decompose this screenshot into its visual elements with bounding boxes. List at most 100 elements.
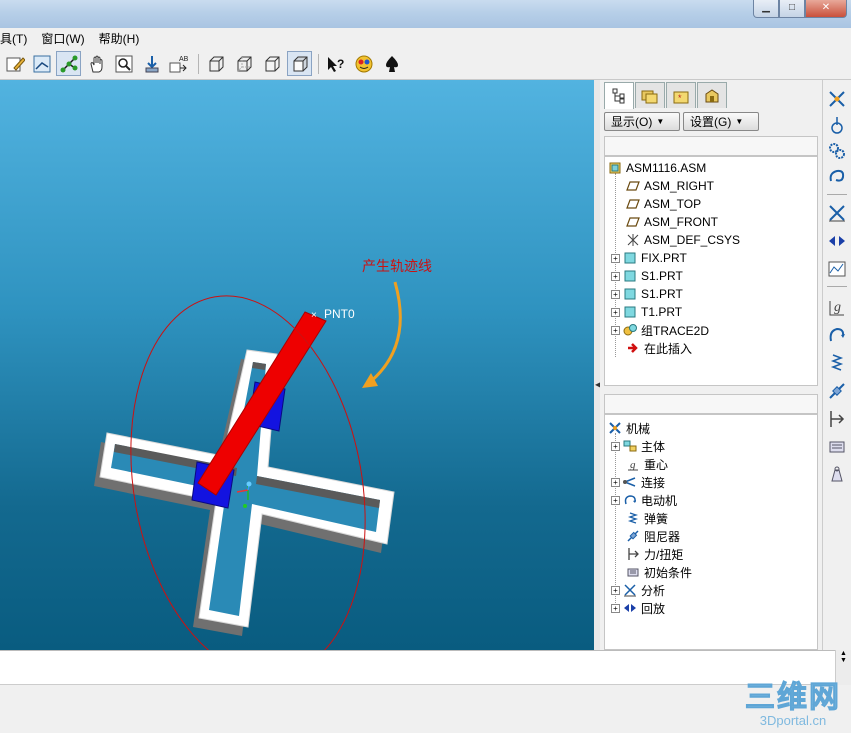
- favorites-tab[interactable]: *: [666, 82, 696, 108]
- window-controls: ▁ □ ✕: [753, 0, 847, 18]
- expand-icon[interactable]: +: [611, 325, 620, 335]
- mech-item-label: 机械: [626, 421, 651, 436]
- graphics-viewport[interactable]: × PNT0 产生轨迹线: [0, 80, 594, 650]
- trace-curve-icon[interactable]: AB: [166, 51, 191, 76]
- minimize-button[interactable]: ▁: [753, 0, 779, 18]
- edit-definition-icon[interactable]: [2, 51, 27, 76]
- mech-item-root[interactable]: 机械: [608, 419, 650, 437]
- gears-icon[interactable]: [826, 140, 848, 162]
- message-scrollbar[interactable]: ▲ ▼: [835, 650, 851, 685]
- wireframe-display-icon[interactable]: [203, 51, 228, 76]
- mechanism-icon: [608, 421, 622, 435]
- part-icon: [623, 305, 637, 319]
- watermark-logo: 三维网 3Dportal.cn: [745, 681, 841, 728]
- tree-item-group[interactable]: + 组TRACE2D: [611, 321, 709, 339]
- svg-text:*: *: [678, 93, 682, 103]
- close-button[interactable]: ✕: [805, 0, 847, 18]
- tree-item-datum[interactable]: ASM_FRONT: [626, 213, 718, 231]
- expand-icon[interactable]: +: [611, 289, 620, 299]
- cross-frame-part[interactable]: [94, 349, 395, 636]
- mech-item-springs[interactable]: 弹簧: [626, 509, 668, 527]
- drag-components-icon[interactable]: [56, 51, 81, 76]
- mech-item-bodies[interactable]: + 主体: [611, 437, 665, 455]
- tree-item-datum[interactable]: ASM_RIGHT: [626, 177, 714, 195]
- sketch-icon[interactable]: [29, 51, 54, 76]
- mech-item-dampers[interactable]: 阻尼器: [626, 527, 680, 545]
- mech-item-label: 回放: [641, 601, 666, 616]
- tree-item-part[interactable]: + T1.PRT: [611, 303, 682, 321]
- menu-window[interactable]: 窗口(W): [34, 30, 91, 47]
- expand-icon[interactable]: +: [611, 585, 620, 595]
- mech-item-gravity[interactable]: g 重心: [626, 455, 668, 473]
- gravity-settings-icon[interactable]: [826, 114, 848, 136]
- tree-item-assembly[interactable]: ASM1116.ASM: [608, 159, 706, 177]
- product-help-icon[interactable]: [351, 51, 376, 76]
- mech-item-initial-conditions[interactable]: 初始条件: [626, 563, 692, 581]
- mech-item-analyses[interactable]: + 分析: [611, 581, 665, 599]
- damper-icon[interactable]: [826, 380, 848, 402]
- pan-hand-icon[interactable]: [84, 51, 109, 76]
- measure-graph-icon[interactable]: [826, 258, 848, 280]
- mechanism-connect-icon[interactable]: [826, 88, 848, 110]
- servo-motor-icon[interactable]: [826, 324, 848, 346]
- folder-browser-tab[interactable]: [635, 82, 665, 108]
- expand-icon[interactable]: +: [611, 603, 620, 613]
- part-icon: [623, 287, 637, 301]
- mech-item-motors[interactable]: + 电动机: [611, 491, 677, 509]
- context-help-icon[interactable]: ?: [323, 51, 348, 76]
- part-icon: [623, 269, 637, 283]
- mech-item-playback[interactable]: + 回放: [611, 599, 665, 617]
- tree-item-part[interactable]: + S1.PRT: [611, 267, 683, 285]
- hidden-line-display-icon[interactable]: [231, 51, 256, 76]
- connections-tab[interactable]: [697, 82, 727, 108]
- zoom-window-icon[interactable]: [111, 51, 136, 76]
- mech-filter-bar: [604, 394, 818, 414]
- tree-item-label: 在此插入: [644, 341, 693, 356]
- tree-item-label: ASM_TOP: [644, 197, 702, 211]
- settings-dropdown[interactable]: 设置(G) ▼: [683, 112, 759, 131]
- folders-icon: [641, 90, 658, 103]
- expand-icon[interactable]: +: [611, 307, 620, 317]
- expand-icon[interactable]: +: [611, 441, 620, 451]
- expand-icon[interactable]: +: [611, 253, 620, 263]
- expand-icon[interactable]: +: [611, 477, 620, 487]
- maximize-button[interactable]: □: [779, 0, 805, 18]
- chevron-down-icon: ▼: [656, 117, 665, 126]
- model-tree-tab[interactable]: [604, 82, 634, 109]
- tree-item-label: T1.PRT: [641, 305, 683, 319]
- mechanism-tree: 机械 + 主体 g 重心 + 连接 + 电动机 弹簧 阻尼器 力/扭矩 初始条件…: [604, 414, 818, 650]
- navigator-tabs: *: [604, 82, 728, 109]
- mech-item-connections[interactable]: + 连接: [611, 473, 665, 491]
- shaded-display-icon[interactable]: [287, 51, 312, 76]
- show-dropdown-label: 显示(O): [611, 115, 653, 129]
- playback-icon[interactable]: [826, 230, 848, 252]
- expand-icon[interactable]: +: [611, 271, 620, 281]
- callout-arrow: [369, 281, 402, 384]
- mech-item-force-torque[interactable]: 力/扭矩: [626, 545, 683, 563]
- point-marker-icon: ×: [311, 310, 317, 321]
- main-toolbar: AB ?: [0, 48, 851, 80]
- cam-icon[interactable]: [826, 166, 848, 188]
- spring-icon[interactable]: [826, 352, 848, 374]
- menu-help[interactable]: 帮助(H): [92, 30, 147, 47]
- tree-item-datum[interactable]: ASM_TOP: [626, 195, 701, 213]
- tree-item-part[interactable]: + S1.PRT: [611, 285, 683, 303]
- expand-icon[interactable]: +: [611, 495, 620, 505]
- initial-condition-icon[interactable]: [826, 436, 848, 458]
- tree-item-csys[interactable]: ASM_DEF_CSYS: [626, 231, 740, 249]
- spade-icon[interactable]: [379, 51, 404, 76]
- insert-point-icon[interactable]: [139, 51, 164, 76]
- menu-tools[interactable]: 具(T): [0, 30, 34, 47]
- mass-properties-icon[interactable]: [826, 464, 848, 486]
- force-torque-icon[interactable]: [826, 408, 848, 430]
- title-bar: ▁ □ ✕: [0, 0, 851, 28]
- connections-icon: [705, 88, 719, 102]
- tree-item-label: ASM_DEF_CSYS: [644, 233, 741, 247]
- mech-item-label: 重心: [644, 457, 669, 472]
- gravity-icon[interactable]: g: [826, 296, 848, 318]
- run-analysis-icon[interactable]: [826, 202, 848, 224]
- tree-item-insert-here[interactable]: 在此插入: [626, 339, 692, 357]
- tree-item-part[interactable]: + FIX.PRT: [611, 249, 687, 267]
- show-dropdown[interactable]: 显示(O) ▼: [604, 112, 680, 131]
- no-hidden-display-icon[interactable]: [259, 51, 284, 76]
